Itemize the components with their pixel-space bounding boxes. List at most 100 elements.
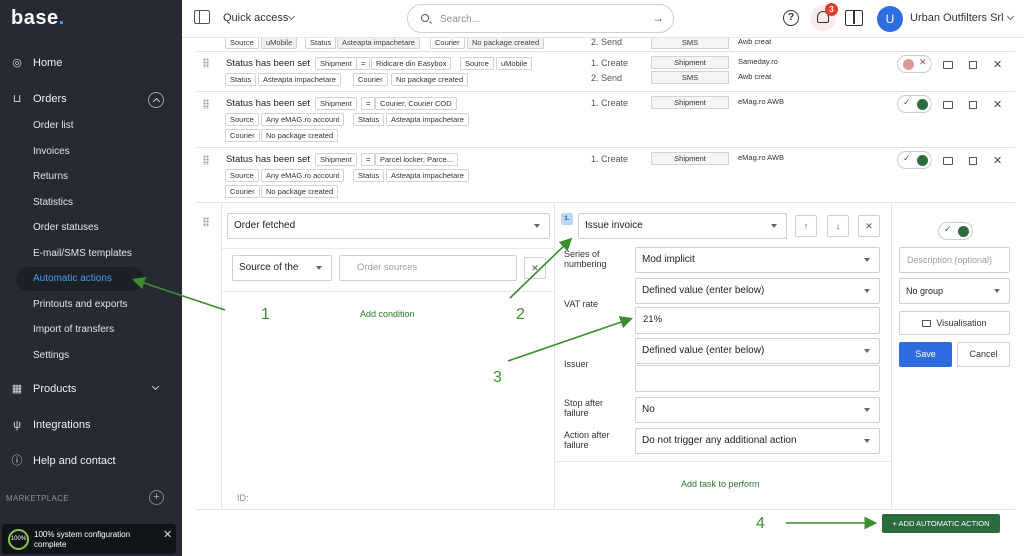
condition-tag: Asteapta impachetare: [386, 113, 469, 126]
delete-icon[interactable]: ✕: [993, 98, 1002, 111]
copy-icon[interactable]: [969, 61, 977, 69]
issuer-value-input[interactable]: [635, 365, 880, 392]
condition-tag: uMobile: [496, 57, 533, 70]
divider: [555, 461, 891, 462]
trigger-select[interactable]: Order fetched: [227, 213, 550, 239]
caret-down-icon: [864, 349, 870, 353]
action-after-failure-select[interactable]: Do not trigger any additional action: [635, 428, 880, 454]
copy-icon[interactable]: [969, 101, 977, 109]
monitor-icon[interactable]: [943, 101, 953, 109]
active-toggle-on[interactable]: ✓: [897, 151, 932, 169]
speedometer-icon: ◎: [12, 57, 22, 69]
condition-tag: Source: [225, 169, 259, 182]
avatar[interactable]: U: [877, 6, 903, 32]
group-select[interactable]: No group: [899, 278, 1010, 304]
condition-tag: =: [356, 57, 371, 70]
series-value: Mod implicit: [642, 254, 695, 265]
sidebar-item-invoices[interactable]: Invoices: [33, 146, 70, 157]
sidebar-item-integrations[interactable]: ψ Integrations: [0, 415, 182, 435]
remove-task-button[interactable]: ✕: [858, 215, 880, 237]
quick-access-label[interactable]: Quick access: [223, 12, 288, 24]
action-row[interactable]: Status has been set Shipment = Parcel lo…: [195, 148, 1015, 203]
description-input[interactable]: Description (optional): [899, 247, 1010, 273]
delete-icon[interactable]: ✕: [993, 58, 1002, 71]
chevron-down-icon[interactable]: [287, 12, 296, 21]
sidebar-item-email-sms-templates[interactable]: E-mail/SMS templates: [33, 248, 132, 259]
save-button[interactable]: Save: [899, 342, 952, 367]
chevron-up-icon[interactable]: [148, 92, 164, 108]
drag-handle-icon[interactable]: [203, 155, 209, 165]
trigger-label: Status has been set: [226, 58, 310, 69]
account-name[interactable]: Urban Outfilters Srl: [910, 12, 1004, 24]
sidebar-item-order-statuses[interactable]: Order statuses: [33, 222, 99, 233]
sidebar-item-label: Products: [33, 383, 77, 395]
sidebar-item-help[interactable]: ⓘ Help and contact: [0, 451, 182, 471]
action-row[interactable]: Source uMobile Status Asteapta impacheta…: [195, 38, 1015, 52]
sidebar-item-order-list[interactable]: Order list: [33, 120, 74, 131]
caret-down-icon: [864, 439, 870, 443]
delete-icon[interactable]: ✕: [993, 154, 1002, 167]
task-value: Issue invoice: [585, 220, 643, 231]
chevron-down-icon[interactable]: [1006, 12, 1015, 21]
help-icon: ⓘ: [11, 455, 23, 467]
question-icon[interactable]: ?: [783, 10, 799, 26]
sidebar-item-statistics[interactable]: Statistics: [33, 197, 73, 208]
drag-handle-icon[interactable]: [203, 58, 209, 68]
toggle-knob: [917, 99, 928, 110]
sidebar-item-returns[interactable]: Returns: [33, 171, 68, 182]
vat-value-input[interactable]: 21%: [635, 307, 880, 334]
logo[interactable]: base.: [11, 7, 65, 30]
task-type: Shipment: [651, 96, 729, 109]
sidebar-item-label: Home: [33, 57, 63, 69]
plus-icon[interactable]: +: [149, 490, 164, 505]
caret-down-icon: [994, 289, 1000, 293]
condition-field-select[interactable]: Source of the: [232, 255, 332, 281]
drag-handle-icon[interactable]: [203, 217, 209, 227]
toggle-knob: [903, 59, 914, 70]
visualisation-button[interactable]: Visualisation: [899, 311, 1010, 335]
action-row[interactable]: Status has been set Shipment = Ridicare …: [195, 52, 1015, 92]
monitor-icon[interactable]: [943, 157, 953, 165]
sidebar-item-home[interactable]: ◎ Home: [0, 53, 182, 73]
stop-after-failure-select[interactable]: No: [635, 397, 880, 423]
add-automatic-action-label: ADD AUTOMATIC ACTION: [898, 519, 990, 528]
add-task-link[interactable]: Add task to perform: [681, 479, 760, 489]
action-row[interactable]: Status has been set Shipment = Courier, …: [195, 92, 1015, 148]
close-icon[interactable]: ✕: [163, 528, 172, 541]
setup-toast[interactable]: 100% 100% system configuration complete …: [2, 524, 176, 554]
add-automatic-action-button[interactable]: + ADD AUTOMATIC ACTION: [882, 514, 1000, 533]
drag-handle-icon[interactable]: [203, 99, 209, 109]
monitor-icon[interactable]: [943, 61, 953, 69]
task-value: eMag.ro AWB: [738, 153, 784, 162]
series-select[interactable]: Mod implicit: [635, 247, 880, 273]
gift-icon[interactable]: [845, 10, 863, 26]
check-icon: ✓: [903, 153, 911, 163]
monitor-icon: [922, 320, 932, 327]
sidebar-item-import-transfers[interactable]: Import of transfers: [33, 324, 114, 335]
visualisation-label: Visualisation: [936, 318, 987, 328]
remove-condition-button[interactable]: ✕: [524, 257, 546, 279]
task-select[interactable]: Issue invoice: [578, 213, 787, 239]
action-editor: Order fetched Source of the Order source…: [195, 202, 1015, 548]
sidebar-item-settings[interactable]: Settings: [33, 350, 69, 361]
vat-mode-select[interactable]: Defined value (enter below): [635, 278, 880, 304]
condition-value-input[interactable]: Order sources: [339, 255, 517, 281]
move-down-button[interactable]: ↓: [827, 215, 849, 237]
top-header: Quick access → ? 3 U Urban Outfilters Sr…: [182, 0, 1024, 38]
copy-icon[interactable]: [969, 157, 977, 165]
tasks-column: 1. Issue invoice ↑ ↓ ✕ Series of numberi…: [555, 203, 892, 509]
add-condition-link[interactable]: Add condition: [360, 309, 415, 319]
arrow-right-icon[interactable]: →: [652, 11, 664, 25]
sidebar-item-printouts-exports[interactable]: Printouts and exports: [33, 299, 128, 310]
sidebar-item-automatic-actions[interactable]: Automatic actions: [33, 273, 112, 284]
active-toggle-on[interactable]: ✓: [938, 222, 973, 240]
panel-icon[interactable]: [194, 10, 210, 24]
search-input[interactable]: [440, 11, 630, 27]
active-toggle-on[interactable]: ✓: [897, 95, 932, 113]
active-toggle-off[interactable]: ✕: [897, 55, 932, 73]
cancel-button[interactable]: Cancel: [957, 342, 1010, 367]
issuer-mode-select[interactable]: Defined value (enter below): [635, 338, 880, 364]
trigger-label: Status has been set: [226, 154, 310, 165]
move-up-button[interactable]: ↑: [795, 215, 817, 237]
condition-tag: Shipment: [315, 153, 357, 166]
